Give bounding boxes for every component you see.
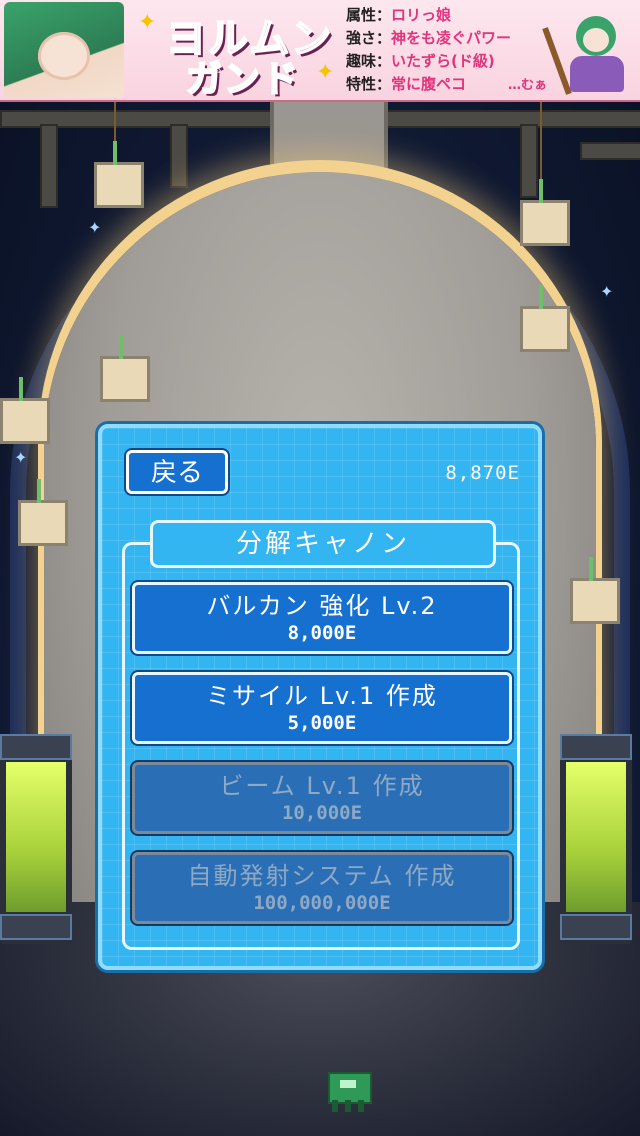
tube-glass	[566, 762, 626, 912]
sparkle-icon: ✦	[316, 60, 335, 85]
pipe	[520, 124, 538, 198]
upgrade-shop-panel: 戻る 8,870E 分解キャノン バルカン 強化 Lv.2 8,000E ミサイ…	[98, 424, 542, 970]
pipe	[40, 124, 58, 208]
glow-tube-right	[560, 734, 632, 944]
ad-muu-text: …むぁ	[508, 78, 548, 93]
attribute-row: 強さ：神をも凌ぐパワー	[346, 27, 546, 50]
character-body	[570, 56, 624, 92]
logo-line2: ガンド	[185, 58, 301, 100]
shop-item-auto-fire-system[interactable]: 自動発射システム 作成 100,000,000E	[132, 852, 512, 924]
attribute-key: 強さ：	[346, 29, 392, 47]
shop-item-missile-create[interactable]: ミサイル Lv.1 作成 5,000E	[132, 672, 512, 744]
star-icon: ✦	[88, 218, 102, 237]
item-name: ミサイル Lv.1 作成	[206, 682, 438, 710]
star-icon: ✦	[600, 282, 614, 301]
item-name: バルカン 強化 Lv.2	[206, 592, 438, 620]
money-display: 8,870E	[445, 462, 520, 484]
item-price: 100,000,000E	[253, 892, 391, 914]
attribute-value: 常に腹ペコ	[391, 75, 467, 93]
shop-item-beam-create[interactable]: ビーム Lv.1 作成 10,000E	[132, 762, 512, 834]
robot-leg	[332, 1100, 338, 1112]
shop-item-vulcan-upgrade[interactable]: バルカン 強化 Lv.2 8,000E	[132, 582, 512, 654]
character-portrait-left	[4, 2, 124, 98]
attribute-value: いたずら(ド級)	[391, 52, 495, 70]
back-button[interactable]: 戻る	[126, 450, 228, 494]
character-portrait-right	[540, 10, 636, 98]
item-name: 自動発射システム 作成	[187, 862, 457, 890]
ad-banner[interactable]: ✦ ヨルムン ガンド ✦ 属性：ロリっ娘 強さ：神をも凌ぐパワー 趣味：いたずら…	[0, 0, 640, 102]
attribute-value: ロリっ娘	[391, 6, 452, 24]
attribute-key: 属性：	[346, 6, 392, 24]
robot-eye	[340, 1080, 356, 1088]
tube-cap	[560, 914, 632, 940]
robot-leg	[358, 1100, 364, 1112]
character-face	[583, 28, 609, 52]
attribute-key: 趣味：	[346, 52, 392, 70]
item-price: 5,000E	[287, 712, 357, 734]
sparkle-icon: ✦	[138, 10, 157, 35]
hanging-plant-pot	[520, 179, 570, 246]
player-robot	[326, 1062, 372, 1114]
robot-leg	[345, 1100, 351, 1112]
hanging-plant-pot	[100, 335, 150, 402]
hanging-plant-pot	[520, 285, 570, 352]
hanging-plant-pot	[18, 479, 68, 546]
attribute-row: 趣味：いたずら(ド級)	[346, 50, 546, 73]
item-price: 8,000E	[287, 622, 357, 644]
ad-logo: ✦ ヨルムン ガンド ✦	[138, 6, 338, 100]
tube-glass	[6, 762, 66, 912]
tube-cap	[0, 914, 72, 940]
pipe	[580, 142, 640, 160]
hanging-plant-pot	[94, 141, 144, 208]
tube-cap	[0, 734, 72, 760]
shop-title: 分解キャノン	[150, 520, 496, 568]
attribute-value: 神をも凌ぐパワー	[391, 29, 512, 47]
glow-tube-left	[0, 734, 72, 944]
tube-cap	[560, 734, 632, 760]
pipe	[170, 124, 188, 188]
item-name: ビーム Lv.1 作成	[219, 772, 425, 800]
attribute-row: 属性：ロリっ娘	[346, 4, 546, 27]
star-icon: ✦	[14, 448, 28, 467]
attribute-key: 特性：	[346, 75, 392, 93]
hanging-plant-pot	[570, 557, 620, 624]
hanging-plant-pot	[0, 377, 50, 444]
item-price: 10,000E	[281, 802, 363, 824]
